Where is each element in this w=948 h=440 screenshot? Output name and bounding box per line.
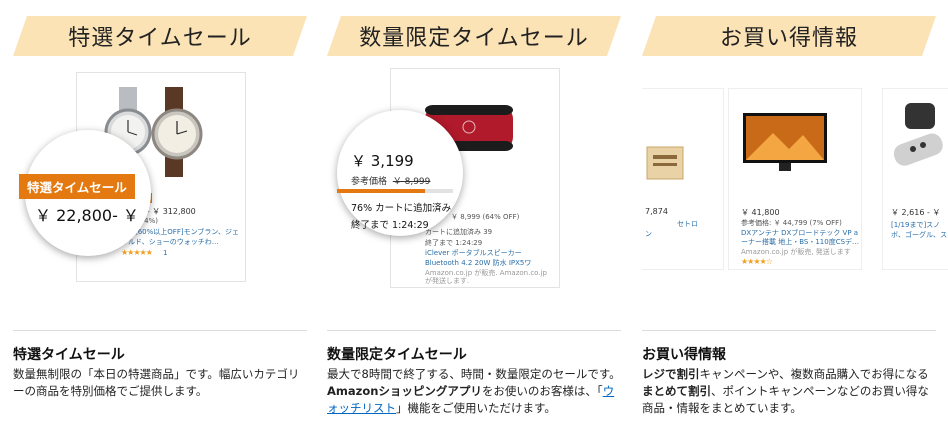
deal2-price: ￥ 41,800 — [741, 208, 780, 217]
deal2-seller: Amazon.co.jp が販売, 発送します — [741, 248, 851, 256]
claimed-text: 76% カートに追加済み — [351, 203, 452, 214]
banner-special-sale[interactable]: 特選タイムセール — [13, 16, 307, 56]
banner-limited-sale[interactable]: 数量限定タイムセール — [327, 16, 621, 56]
seller-line-2: が発送します. — [425, 277, 470, 285]
deal2-stars: ★★★★☆ — [741, 257, 773, 266]
section-title: お買い得情報 — [642, 347, 726, 363]
ref-price-line: 参考価格 ￥ 8,999 — [351, 174, 430, 187]
section-description: 最大で8時間で終了する、時間・数量限定のセールです。 Amazonショッピングアプ… — [327, 366, 621, 417]
deal-card-1[interactable]: 7,874 ン セトロ — [642, 88, 724, 270]
ref-label: 参考価格 — [351, 177, 388, 187]
ref-small: ￥ 8,999 (64% OFF) — [451, 213, 520, 221]
claimed-progress-bar — [337, 189, 453, 193]
deal2-name-2: ーナー搭載 地上・BS・110度CSデ… — [741, 238, 860, 246]
desc-text-1: 最大で8時間で終了する、時間・数量限定のセールです。 — [327, 367, 621, 381]
column-limited-sale: 数量限定タイムセール ￥ 8,999 (64% OFF) カートに追加済み 39… — [327, 0, 621, 440]
ref-price: ￥ 8,999 — [392, 177, 431, 187]
desc-text-3: 」機能をご使用いただけます。 — [396, 401, 556, 415]
desc-text-2: をお使いのお客様は、「 — [481, 384, 603, 398]
deal1-sub: セトロ — [677, 220, 698, 228]
claimed-small: カートに追加済み 39 — [425, 228, 493, 236]
ends-line: 終了まで 1:24:29 — [351, 217, 429, 231]
ends-label: 終了まで — [351, 220, 390, 231]
divider — [13, 330, 307, 331]
section-description: 数量無制限の「本日の特選商品」です。幅広いカテゴリーの商品を特別価格でご提供しま… — [13, 367, 300, 398]
rating-stars: ★★★★★ — [121, 248, 153, 257]
sale-badge: 特選タイムセール — [19, 174, 135, 199]
product-box-image — [646, 146, 684, 180]
desc-bundle-discount: まとめて割引 — [642, 384, 711, 398]
product-name-1: iClever ポータブルスピーカー — [425, 249, 522, 257]
column-deals-info: お買い得情報 7,874 ン セトロ ￥ 41,800 参考価格: ￥ 44,7… — [642, 0, 948, 440]
rating-count: 1 — [163, 249, 168, 257]
divider — [327, 330, 621, 331]
section-description: レジで割引キャンペーンや、複数商品購入でお得になるまとめて割引、ポイントキャンペ… — [642, 366, 932, 417]
zoom-circle-special-sale: 特選タイムセール ￥ 22,800- ￥ — [19, 130, 151, 256]
deal-card-3[interactable]: ￥ 2,616 - ￥ [1/19まで]スノ ボ、ゴーグル、ス — [882, 88, 948, 270]
claimed-progress-fill — [337, 189, 426, 193]
desc-register-discount: レジで割引 — [642, 367, 700, 381]
deal-card-2[interactable]: ￥ 41,800 参考価格: ￥ 44,799 (7% OFF) DXアンテナ … — [728, 88, 862, 270]
divider — [642, 330, 936, 331]
ends-time: 1:24:29 — [392, 220, 429, 231]
desc-app-name: Amazonショッピングアプリ — [327, 384, 482, 398]
section-title: 特選タイムセール — [13, 347, 125, 363]
deal1-price: 7,874 — [645, 207, 668, 216]
sale-price: ￥ 22,800- ￥ — [35, 206, 139, 225]
deal-price: ￥ 3,199 — [351, 152, 414, 170]
column-special-sale: 特選タイムセール ール 00 - ￥ 312,800 (54%) [最大60%以… — [13, 0, 307, 440]
deal1-name: ン — [645, 230, 652, 238]
deal3-name: [1/19まで]スノ — [891, 221, 941, 229]
preview-name-line2: ラルド、ショーのウォッチわ… — [121, 238, 219, 246]
snowboard-bindings-image — [893, 103, 943, 166]
ends-small: 終了まで 1:24:29 — [425, 239, 483, 247]
desc-text-1: キャンペーンや、複数商品購入でお得になる — [699, 367, 929, 381]
banner-deals-info[interactable]: お買い得情報 — [642, 16, 936, 56]
zoom-circle-limited-sale: ￥ 3,199 参考価格 ￥ 8,999 76% カートに追加済み 終了まで 1… — [337, 110, 463, 236]
section-title: 数量限定タイムセール — [327, 347, 467, 363]
deal3-price: ￥ 2,616 - ￥ — [891, 208, 941, 217]
deal2-ref: 参考価格: ￥ 44,799 (7% OFF) — [741, 219, 842, 227]
tv-image — [743, 113, 827, 171]
deal3-name-2: ボ、ゴーグル、ス — [891, 231, 947, 239]
product-name-2: Bluetooth 4.2 20W 防水 IPX5ワ — [425, 259, 532, 267]
